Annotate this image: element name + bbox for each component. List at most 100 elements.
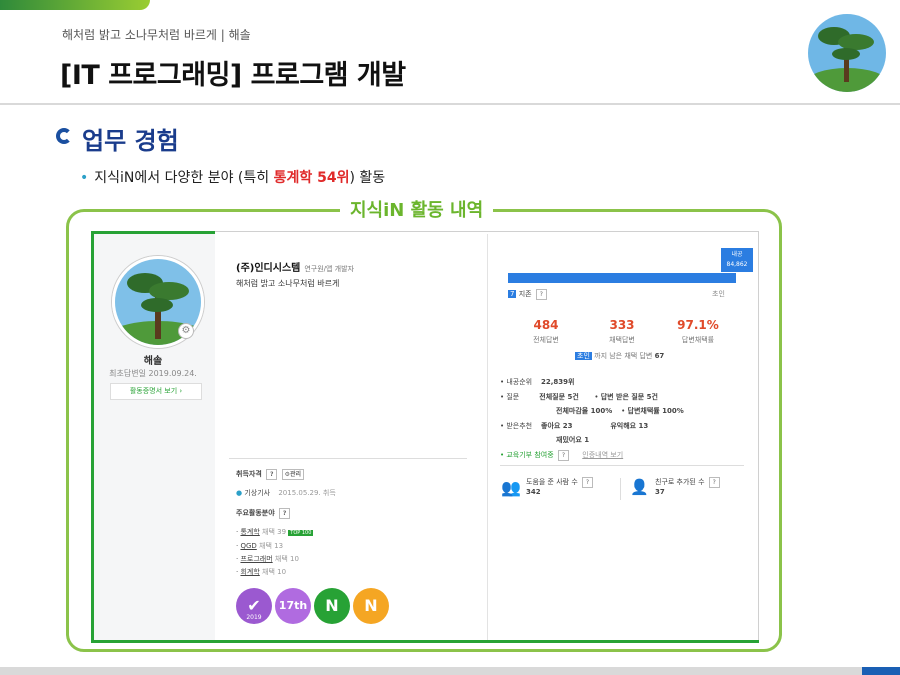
details-block: • 내공순위 22,839위 • 질문 전체질문 5건 • 답변 받은 질문 5… — [500, 375, 750, 462]
cert-item: ● 기상기사 2015.05.29. 취득 — [236, 488, 336, 498]
section-title: 업무 경험 — [82, 127, 179, 155]
list-item: · 통계학 채택 39 TOP 100 — [236, 528, 314, 536]
badge-2019-green: N — [314, 588, 350, 624]
help-icon[interactable]: ? — [279, 508, 291, 519]
section-c-icon — [56, 128, 72, 144]
cert-label: 취득자격 — [236, 470, 262, 478]
help-icon[interactable]: ? — [557, 449, 569, 461]
page-title: [IT 프로그래밍] 프로그램 개발 — [60, 60, 406, 91]
next-note-value: 67 — [654, 352, 665, 360]
field-link[interactable]: 프로그래머 — [240, 555, 272, 563]
help-icon[interactable]: ? — [535, 289, 547, 300]
bullet-dot-icon: • — [80, 170, 89, 186]
next-level-badge: 초인 — [575, 352, 592, 360]
help-icon[interactable]: ? — [266, 469, 278, 480]
badge-2019-orange: N — [353, 588, 389, 624]
field-count: 채택 39 — [262, 528, 287, 536]
detail-question: • 질문 전체질문 5건 • 답변 받은 질문 5건 — [500, 392, 658, 401]
fields-label-row: 주요활동분야 ? — [236, 508, 291, 519]
fields-label: 주요활동분야 — [236, 509, 275, 517]
detail-label: 받은추천 — [506, 421, 533, 430]
detail-value: 전체질문 5건 — [539, 392, 579, 401]
next-level: 초인 — [712, 290, 725, 298]
company-name: (주)인디시스템 연구원/앱 개발자 — [236, 259, 354, 274]
field-link[interactable]: 회계학 — [240, 568, 259, 576]
detail-recommend: • 받은추천 좋아요 23 유익해요 13 — [500, 421, 649, 430]
detail-value: 좋아요 23 — [541, 421, 573, 430]
check-icon: ✔ — [247, 596, 261, 615]
gear-icon[interactable]: ⚙ — [178, 323, 194, 339]
badge-label: 17th — [278, 599, 308, 612]
rank-progress-bar — [508, 273, 736, 283]
donate-link[interactable]: 인증내역 보기 — [582, 451, 623, 459]
add-friend-icon: 👤 — [630, 478, 649, 496]
field-link[interactable]: 통계학 — [240, 528, 259, 536]
help-icon[interactable]: ? — [582, 477, 593, 488]
pine-tree-logo — [808, 14, 886, 92]
bottom-bar — [0, 667, 900, 675]
level-name: 지존 — [518, 290, 532, 298]
column-divider — [487, 234, 488, 640]
cert-section: 취득자격 ? ⚙관리 — [236, 469, 305, 480]
detail-rank: • 내공순위 22,839위 — [500, 378, 575, 386]
helped-value: 342 — [526, 488, 541, 496]
bottom-accent — [862, 667, 900, 675]
next-note-text: 까지 남은 채택 답변 — [594, 352, 653, 360]
stat-label: 전체답변 — [533, 336, 559, 344]
detail-label: 내공순위 — [506, 378, 533, 386]
people-icon: 👥 — [501, 478, 521, 497]
helped-label: 도움을 준 사람 수 — [526, 478, 578, 486]
detail-value: 재밌어요 1 — [556, 436, 590, 444]
frame-title: 지식iN 활동 내역 — [340, 196, 494, 222]
badge-17th: 17th — [275, 588, 311, 624]
level-number: 7 — [508, 290, 517, 298]
bullet-highlight: 통계학 54위 — [273, 170, 350, 186]
social-split — [620, 478, 621, 500]
field-count: 채택 10 — [274, 555, 299, 563]
n-logo-icon: N — [325, 596, 339, 615]
stat-selection-rate: 97.1% — [677, 318, 719, 332]
n-logo-icon: N — [364, 596, 378, 615]
helped-people: 도움을 준 사람 수 ? 342 — [526, 477, 593, 496]
field-count: 채택 10 — [262, 568, 287, 576]
friends-added: 친구로 추가된 수 ? 37 — [655, 477, 720, 496]
help-icon[interactable]: ? — [708, 477, 720, 488]
header-divider — [0, 103, 900, 105]
manage-button[interactable]: ⚙관리 — [281, 469, 305, 480]
top-badge: TOP 100 — [288, 530, 314, 536]
points-value: 84,862 — [726, 261, 748, 268]
next-level-note: 초인 까지 남은 채택 답변 67 — [575, 351, 664, 361]
top-accent-bar — [0, 0, 150, 10]
sidebar-bottom-border — [91, 640, 759, 643]
detail-recommend-2: 재밌어요 1 — [500, 433, 750, 448]
list-item: · 회계학 채택 10 — [236, 568, 287, 576]
field-count: 채택 13 — [259, 542, 284, 550]
detail-value: 유익해요 13 — [610, 421, 649, 430]
company-role: 연구원/앱 개발자 — [304, 265, 355, 273]
company-label: (주)인디시스템 — [236, 263, 301, 274]
fields-list: · 통계학 채택 39 TOP 100 · QGD 채택 13 · 프로그래머 … — [236, 526, 314, 579]
detail-value: 22,839위 — [541, 378, 575, 386]
detail-question-2: 전체마감율 100% • 답변채택률 100% — [556, 407, 684, 415]
stat-selected-answers: 333 — [609, 318, 635, 332]
certificate-button-label: 활동증명서 보기 — [129, 387, 178, 395]
detail-value: 답변채택률 100% — [627, 407, 684, 415]
points-label: 내공 — [731, 251, 743, 258]
certificate-button[interactable]: 활동증명서 보기 › — [110, 383, 202, 400]
bullet-text-pre: 지식iN에서 다양한 분야 (특히 — [94, 170, 274, 186]
detail-label: 교육기부 참여중 — [506, 450, 554, 459]
stat-label: 채택답변 — [609, 336, 635, 344]
middle-divider — [229, 458, 467, 459]
bullet-line: • 지식iN에서 다양한 분야 (특히 통계학 54위) 활동 — [80, 167, 385, 187]
profile-motto: 해처럼 밝고 소나무처럼 바르게 — [236, 279, 340, 288]
field-link[interactable]: QGD — [240, 542, 256, 550]
list-item: · QGD 채택 13 — [236, 542, 284, 550]
points-tag: 내공 84,862 — [721, 248, 753, 272]
detail-value: 전체마감율 100% — [556, 407, 613, 415]
detail-label: 질문 — [506, 392, 520, 401]
social-divider — [500, 465, 744, 466]
check-circle-icon: ● — [236, 489, 243, 497]
detail-donate: • 교육기부 참여중 ? 인증내역 보기 — [500, 449, 624, 461]
current-level: 7 지존 ? — [508, 289, 547, 300]
cert-date: 2015.05.29. 취득 — [278, 489, 336, 497]
